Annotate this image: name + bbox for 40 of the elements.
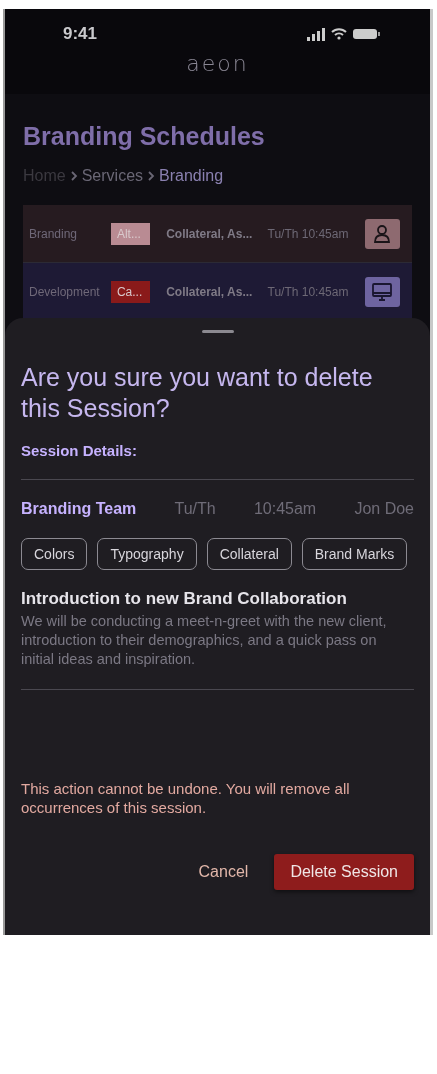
wifi-icon xyxy=(331,28,347,40)
row-time: Tu/Th 10:45am xyxy=(267,226,350,241)
topic-chip[interactable]: Typography xyxy=(97,538,197,570)
session-type-button[interactable] xyxy=(365,218,400,249)
session-days: Tu/Th xyxy=(174,500,216,518)
schedule-row[interactable]: Development Ca... Collateral, As... Tu/Th 10:45am xyxy=(23,263,412,321)
schedule-row[interactable]: Branding Alt... Collateral, As... Tu/Th 10:45am xyxy=(23,205,412,263)
status-time: 9:41 xyxy=(63,24,98,44)
chevron-icon xyxy=(69,171,78,181)
topic-chip[interactable]: Brand Marks xyxy=(301,538,408,570)
row-tag: Ca... xyxy=(110,280,151,303)
details-label: Session Details: xyxy=(21,442,138,459)
page-title: Branding Schedules xyxy=(23,122,266,151)
cancel-button[interactable]: Cancel xyxy=(198,855,249,889)
logo: aeon xyxy=(186,51,249,76)
session-time: 10:45am xyxy=(253,500,317,518)
drag-handle[interactable] xyxy=(201,330,234,333)
person-icon xyxy=(372,223,393,244)
row-tag: Alt... xyxy=(110,222,151,245)
battery-icon xyxy=(353,29,380,39)
session-team: Branding Team xyxy=(21,500,137,518)
row-name: Branding xyxy=(29,226,79,241)
row-topics: Collateral, As... xyxy=(166,226,254,241)
session-type-button[interactable] xyxy=(365,276,400,307)
dialog-title: Are you sure you want to delete this Session? xyxy=(21,362,374,424)
session-description: We will be conducting a meet-n-greet with the new client, introduction to their demographics, and a quick pass on initial ideas and inspiration. xyxy=(21,612,388,669)
session-owner: Jon Doe xyxy=(354,500,414,518)
warning-text: This action cannot be undone. You will remove all occurrences of this session. xyxy=(21,779,351,817)
topic-chip[interactable]: Collateral xyxy=(206,538,292,570)
breadcrumb-link[interactable]: Services xyxy=(81,167,144,185)
row-time: Tu/Th 10:45am xyxy=(267,284,350,299)
breadcrumb-link[interactable]: Branding xyxy=(159,167,224,185)
row-topics: Collateral, As... xyxy=(166,284,254,299)
row-name: Development xyxy=(29,284,101,299)
chevron-icon xyxy=(147,171,156,181)
session-heading: Introduction to new Brand Collaboration xyxy=(21,589,348,609)
monitor-icon xyxy=(371,281,394,302)
topic-chip[interactable]: Colors xyxy=(21,538,88,570)
delete-button[interactable]: Delete Session xyxy=(274,854,414,890)
signal-icon xyxy=(307,27,325,41)
